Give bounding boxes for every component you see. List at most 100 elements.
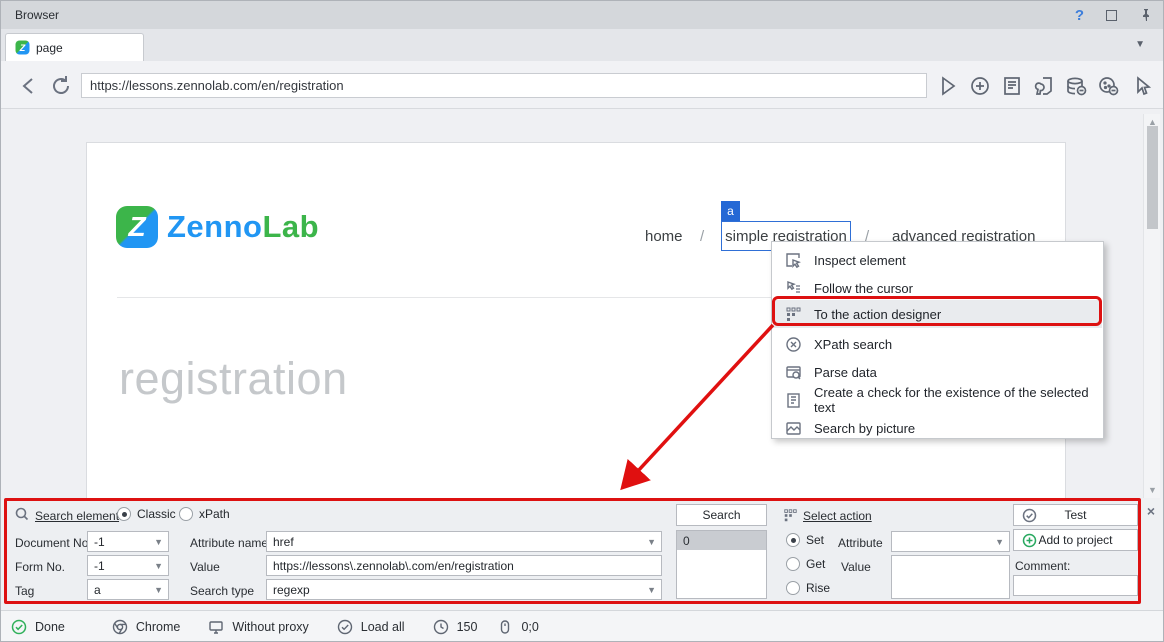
select-action-link[interactable]: Select action bbox=[803, 509, 872, 523]
search-button[interactable]: Search bbox=[676, 504, 767, 526]
document-no-select[interactable]: -1▼ bbox=[87, 531, 169, 552]
comment-input[interactable] bbox=[1013, 575, 1138, 596]
scrollbar-thumb[interactable] bbox=[1147, 126, 1158, 229]
radio-xpath-dot bbox=[179, 507, 193, 521]
maximize-icon[interactable] bbox=[1106, 10, 1117, 21]
menu-item-parse-data[interactable]: Parse data bbox=[773, 358, 1102, 386]
status-done: Done bbox=[11, 619, 65, 635]
select-action-icon bbox=[783, 508, 798, 523]
radio-set[interactable]: Set bbox=[786, 533, 824, 547]
run-icon[interactable] bbox=[937, 75, 959, 97]
value-label: Value bbox=[190, 560, 220, 574]
zennolab-tab-icon: Z bbox=[15, 40, 30, 55]
text-check-icon bbox=[785, 392, 802, 409]
cursor-mode-icon[interactable] bbox=[1131, 75, 1153, 97]
logo-text-lab: Lab bbox=[263, 209, 320, 244]
value-input[interactable] bbox=[266, 555, 662, 576]
action-attribute-select[interactable]: ▼ bbox=[891, 531, 1010, 552]
caret-icon: ▼ bbox=[995, 537, 1004, 547]
report-icon[interactable] bbox=[1001, 75, 1023, 97]
tab-page[interactable]: Z page bbox=[5, 33, 144, 61]
clear-cookies-icon[interactable] bbox=[1097, 75, 1119, 97]
element-tag-badge: a bbox=[721, 201, 740, 221]
panel-close-icon[interactable]: × bbox=[1143, 503, 1159, 519]
action-designer-icon bbox=[785, 306, 802, 323]
title-bar: Browser ? bbox=[1, 1, 1163, 29]
status-mouse-coords: 0;0 bbox=[497, 619, 538, 635]
clock-icon bbox=[433, 619, 449, 635]
form-no-select[interactable]: -1▼ bbox=[87, 555, 169, 576]
zennolab-logo: Z ZennoLab bbox=[116, 206, 319, 248]
element-search-panel: Search element Classic xPath Document No… bbox=[4, 498, 1141, 604]
menu-item-inspect-element[interactable]: Inspect element bbox=[773, 246, 1102, 274]
help-icon[interactable]: ? bbox=[1075, 7, 1084, 24]
add-icon[interactable] bbox=[969, 75, 991, 97]
mouse-icon bbox=[497, 619, 513, 635]
picture-search-icon bbox=[785, 420, 802, 437]
status-load-mode[interactable]: Load all bbox=[337, 619, 405, 635]
menu-item-check-text[interactable]: Create a check for the existence of the … bbox=[773, 386, 1102, 414]
status-timeout[interactable]: 150 bbox=[433, 619, 478, 635]
test-check-icon bbox=[1022, 508, 1037, 523]
search-type-label: Search type bbox=[190, 584, 254, 598]
done-check-icon bbox=[11, 619, 27, 635]
radio-rise-dot bbox=[786, 581, 800, 595]
clear-cache-icon[interactable] bbox=[1065, 75, 1087, 97]
radio-xpath[interactable]: xPath bbox=[179, 507, 230, 521]
window-title: Browser bbox=[15, 8, 59, 22]
search-type-select[interactable]: regexp▼ bbox=[266, 579, 662, 600]
back-button[interactable] bbox=[18, 75, 40, 97]
tag-select[interactable]: a▼ bbox=[87, 579, 169, 600]
form-no-label: Form No. bbox=[15, 560, 65, 574]
attribute-name-label: Attribute name bbox=[190, 536, 268, 550]
menu-item-action-designer[interactable]: To the action designer bbox=[773, 300, 1102, 328]
search-element-icon bbox=[15, 507, 29, 521]
menu-item-follow-cursor[interactable]: Follow the cursor bbox=[773, 274, 1102, 302]
menu-item-label: Parse data bbox=[814, 365, 877, 380]
logo-text-zenno: Zenno bbox=[167, 209, 263, 244]
radio-classic-dot bbox=[117, 507, 131, 521]
url-input[interactable] bbox=[81, 73, 927, 98]
caret-icon: ▼ bbox=[647, 537, 656, 547]
pin-icon[interactable] bbox=[1139, 8, 1153, 22]
radio-get[interactable]: Get bbox=[786, 557, 825, 571]
caret-icon: ▼ bbox=[154, 585, 163, 595]
menu-item-label: To the action designer bbox=[814, 307, 941, 322]
tab-label: page bbox=[36, 41, 63, 55]
menu-item-xpath-search[interactable]: XPath search bbox=[773, 330, 1102, 358]
page-heading: registration bbox=[119, 353, 348, 405]
parse-data-icon bbox=[785, 364, 802, 381]
add-to-project-button[interactable]: Add to project bbox=[1013, 529, 1138, 551]
status-browser-engine[interactable]: Chrome bbox=[112, 619, 180, 635]
search-result-item[interactable]: 0 bbox=[677, 531, 766, 550]
refresh-button[interactable] bbox=[50, 75, 72, 97]
svg-text:Z: Z bbox=[19, 43, 26, 53]
action-value-label: Value bbox=[841, 560, 871, 574]
radio-classic[interactable]: Classic bbox=[117, 507, 176, 521]
follow-cursor-icon bbox=[785, 280, 802, 297]
nav-link-home[interactable]: home bbox=[645, 228, 683, 245]
action-value-textarea[interactable] bbox=[891, 555, 1010, 599]
radio-get-dot bbox=[786, 557, 800, 571]
vertical-scrollbar[interactable]: ▲ ▼ bbox=[1143, 114, 1160, 498]
comment-label: Comment: bbox=[1015, 559, 1070, 573]
xpath-search-icon bbox=[785, 336, 802, 353]
test-button[interactable]: Test bbox=[1013, 504, 1138, 526]
status-proxy[interactable]: Without proxy bbox=[208, 619, 308, 635]
scroll-down-icon[interactable]: ▼ bbox=[1144, 485, 1161, 495]
search-results-list[interactable]: 0 bbox=[676, 530, 767, 599]
radio-rise[interactable]: Rise bbox=[786, 581, 830, 595]
action-attribute-label: Attribute bbox=[838, 536, 883, 550]
tools-icon[interactable] bbox=[1033, 75, 1055, 97]
chrome-icon bbox=[112, 619, 128, 635]
caret-icon: ▼ bbox=[154, 561, 163, 571]
caret-icon: ▼ bbox=[647, 585, 656, 595]
menu-item-label: Inspect element bbox=[814, 253, 906, 268]
load-all-check-icon bbox=[337, 619, 353, 635]
proxy-monitor-icon bbox=[208, 619, 224, 635]
search-element-link[interactable]: Search element bbox=[35, 509, 119, 523]
menu-item-search-by-picture[interactable]: Search by picture bbox=[773, 414, 1102, 442]
attribute-name-select[interactable]: href▼ bbox=[266, 531, 662, 552]
tab-list-dropdown-icon[interactable]: ▼ bbox=[1135, 39, 1145, 50]
status-bar: Done Chrome Without proxy Load all 150 0… bbox=[1, 610, 1163, 642]
